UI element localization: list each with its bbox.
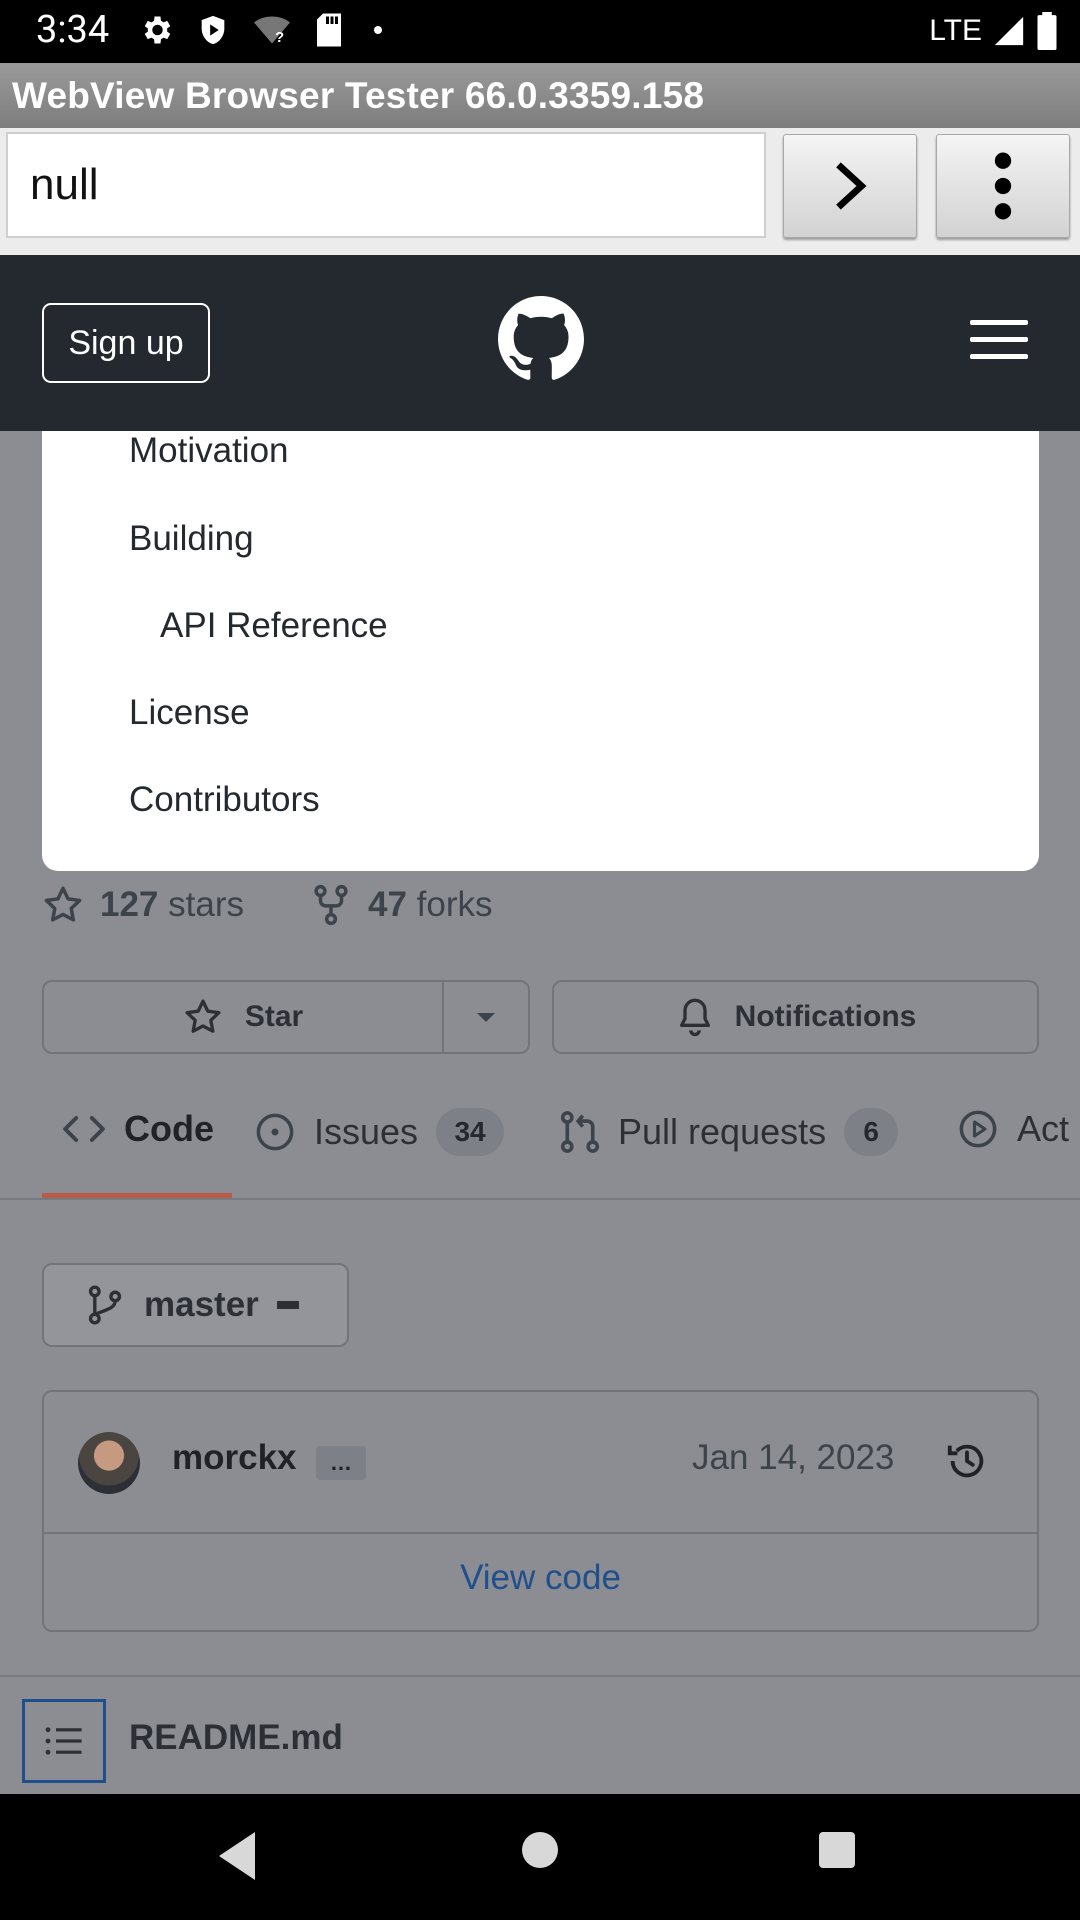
readme-filename[interactable]: README.md [129,1718,343,1758]
notifications-button[interactable]: Notifications [552,980,1039,1054]
fork-icon [314,884,348,926]
back-icon[interactable] [215,1830,259,1882]
star-button-group: Star [42,980,530,1054]
more-vert-icon [994,152,1012,220]
play-circle-icon [959,1110,997,1148]
forks-label: forks [416,885,493,924]
bell-icon [679,998,710,1037]
dot-icon [374,26,382,34]
notifications-label: Notifications [734,1000,917,1033]
app-title: WebView Browser Tester 66.0.3359.158 [12,75,705,116]
star-icon [44,886,82,922]
gear-icon [144,16,171,44]
tab-issues[interactable]: Issues 34 [254,1108,505,1156]
toc-dropdown: Motivation Building API Reference Licens… [42,431,1039,871]
hamburger-menu-button[interactable] [970,318,1030,362]
star-button[interactable]: Star [44,982,442,1052]
system-navigation-bar [0,1794,1080,1920]
status-icons-left: ? [138,12,390,48]
avatar[interactable] [78,1432,140,1494]
tab-issues-label: Issues [314,1111,419,1152]
recents-icon[interactable] [817,1830,857,1870]
tab-code-label: Code [124,1108,214,1149]
caret-down-icon [276,1301,299,1309]
toc-item-api-reference[interactable]: API Reference [160,606,388,646]
url-input[interactable]: null [6,132,766,238]
app-title-bar: WebView Browser Tester 66.0.3359.158 [0,63,1080,128]
home-icon[interactable] [520,1830,560,1870]
tab-actions-label: Act [1017,1108,1070,1149]
signal-icon [994,16,1024,46]
latest-commit-box: morckx … Jan 14, 2023 View code [42,1390,1039,1632]
readme-divider [0,1675,1080,1677]
sign-up-button[interactable]: Sign up [42,303,210,383]
star-list-dropdown[interactable] [444,982,528,1052]
tab-code[interactable]: Code [62,1108,214,1150]
commit-message-expand-button[interactable]: … [316,1446,366,1480]
list-unordered-icon [45,1727,82,1755]
tabs-divider [0,1198,1080,1200]
tab-pull-requests[interactable]: Pull requests 6 [560,1108,899,1156]
toc-item-motivation[interactable]: Motivation [129,431,289,471]
svg-text:?: ? [275,29,284,46]
forks-link[interactable]: 47 forks [312,884,493,926]
pull-request-icon [560,1111,600,1153]
go-button[interactable] [783,134,917,238]
status-time: 3:34 [36,8,110,52]
menu-icon [970,320,1028,359]
issues-counter: 34 [436,1108,505,1156]
github-logo-icon[interactable] [498,296,584,382]
overflow-menu-button[interactable] [936,134,1070,238]
issue-opened-icon [256,1113,294,1151]
battery-icon [1037,12,1057,50]
history-icon[interactable] [944,1438,990,1484]
toc-item-building[interactable]: Building [129,519,254,559]
sd-card-icon [317,13,341,47]
commit-author[interactable]: morckx [172,1438,297,1478]
chevron-right-icon [836,162,867,210]
stars-count: 127 [100,885,159,924]
tab-pull-requests-label: Pull requests [618,1111,827,1152]
tab-actions[interactable]: Act [957,1108,1069,1150]
pull-requests-counter: 6 [844,1108,899,1156]
view-code-link[interactable]: View code [44,1558,1037,1598]
status-right: LTE [929,12,1058,50]
divider [44,1532,1037,1534]
stars-link[interactable]: 127 stars [42,884,244,926]
toc-item-license[interactable]: License [129,693,250,733]
stars-label: stars [168,885,244,924]
shield-icon [201,15,225,45]
toc-item-contributors[interactable]: Contributors [129,780,320,820]
wifi-question-icon: ? [254,16,290,46]
commit-date: Jan 14, 2023 [692,1438,895,1477]
star-button-label: Star [244,1000,304,1033]
status-bar: 3:34 ? LTE [0,0,1080,63]
branch-selector[interactable]: master [42,1263,349,1347]
star-icon [185,999,221,1033]
git-branch-icon [88,1285,122,1325]
forks-count: 47 [368,885,407,924]
outline-toggle-button[interactable] [22,1699,106,1783]
branch-name: master [144,1285,259,1324]
network-type: LTE [929,14,982,47]
code-icon [63,1116,105,1142]
caret-down-icon [477,1013,495,1022]
